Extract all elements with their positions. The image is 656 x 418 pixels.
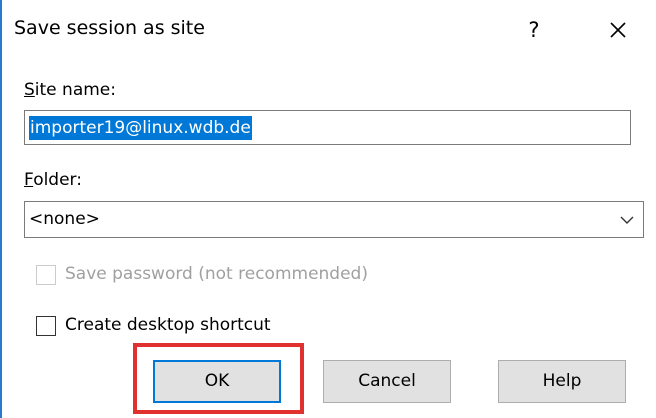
help-button[interactable]: Help bbox=[498, 360, 626, 403]
folder-selected-value: <none> bbox=[29, 209, 100, 229]
cancel-button[interactable]: Cancel bbox=[323, 360, 451, 403]
close-icon bbox=[610, 22, 626, 38]
site-name-value: importer19@linux.wdb.de bbox=[29, 116, 252, 140]
close-button[interactable] bbox=[602, 14, 634, 46]
site-name-label: Site name: bbox=[24, 80, 116, 100]
save-password-label: Save password (not recommended) bbox=[65, 264, 368, 284]
site-name-input[interactable]: importer19@linux.wdb.de bbox=[24, 110, 631, 145]
save-password-checkbox[interactable] bbox=[36, 265, 56, 285]
folder-dropdown[interactable]: <none> bbox=[24, 201, 644, 238]
folder-label: Folder: bbox=[24, 170, 82, 190]
ok-button-highlight bbox=[133, 343, 304, 414]
help-title-button[interactable]: ? bbox=[522, 14, 546, 46]
title-bar: Save session as site ? bbox=[2, 0, 656, 66]
desktop-shortcut-checkbox[interactable] bbox=[36, 316, 56, 336]
chevron-down-icon bbox=[619, 212, 635, 231]
desktop-shortcut-label: Create desktop shortcut bbox=[65, 315, 271, 335]
dialog-title: Save session as site bbox=[14, 17, 205, 39]
